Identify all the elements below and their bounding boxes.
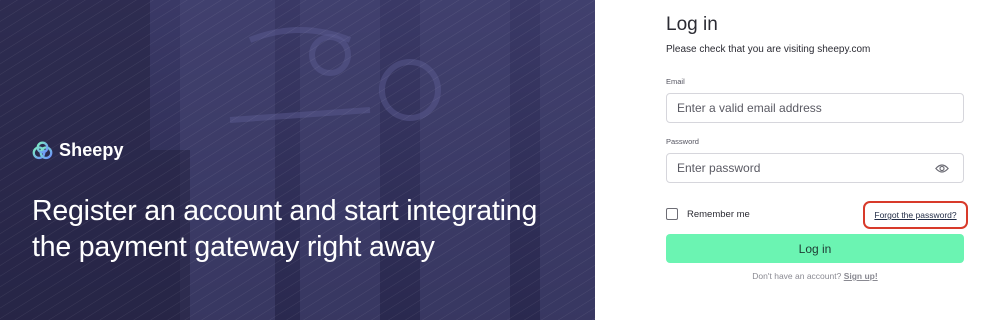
brand-name: Sheepy xyxy=(59,140,124,160)
hero-headline: Register an account and start integratin… xyxy=(32,195,538,263)
signup-prompt: Don't have an account? xyxy=(752,271,844,281)
page-title: Log in xyxy=(666,14,718,35)
forgot-password-highlight: Forgot the password? xyxy=(863,201,968,229)
email-field[interactable]: Enter a valid email address xyxy=(666,93,964,123)
signup-row: Don't have an account? Sign up! xyxy=(666,271,964,281)
eye-icon[interactable] xyxy=(935,163,949,174)
security-notice: Please check that you are visiting sheep… xyxy=(666,44,871,55)
remember-me-checkbox[interactable] xyxy=(666,208,678,220)
password-label: Password xyxy=(666,137,699,146)
password-field[interactable]: Enter password xyxy=(666,153,964,183)
email-placeholder: Enter a valid email address xyxy=(677,101,822,115)
forgot-password-link[interactable]: Forgot the password? xyxy=(874,210,956,220)
remember-me-label[interactable]: Remember me xyxy=(687,209,750,220)
login-form: Log in Please check that you are visitin… xyxy=(666,0,968,320)
brand: Sheepy xyxy=(32,140,124,161)
sheepy-logo-icon xyxy=(32,141,53,159)
password-placeholder: Enter password xyxy=(677,161,761,175)
signup-link[interactable]: Sign up! xyxy=(844,271,878,281)
email-label: Email xyxy=(666,77,685,86)
login-button[interactable]: Log in xyxy=(666,234,964,263)
hero-panel: Sheepy Register an account and start int… xyxy=(0,0,595,320)
remember-me: Remember me xyxy=(666,208,750,220)
